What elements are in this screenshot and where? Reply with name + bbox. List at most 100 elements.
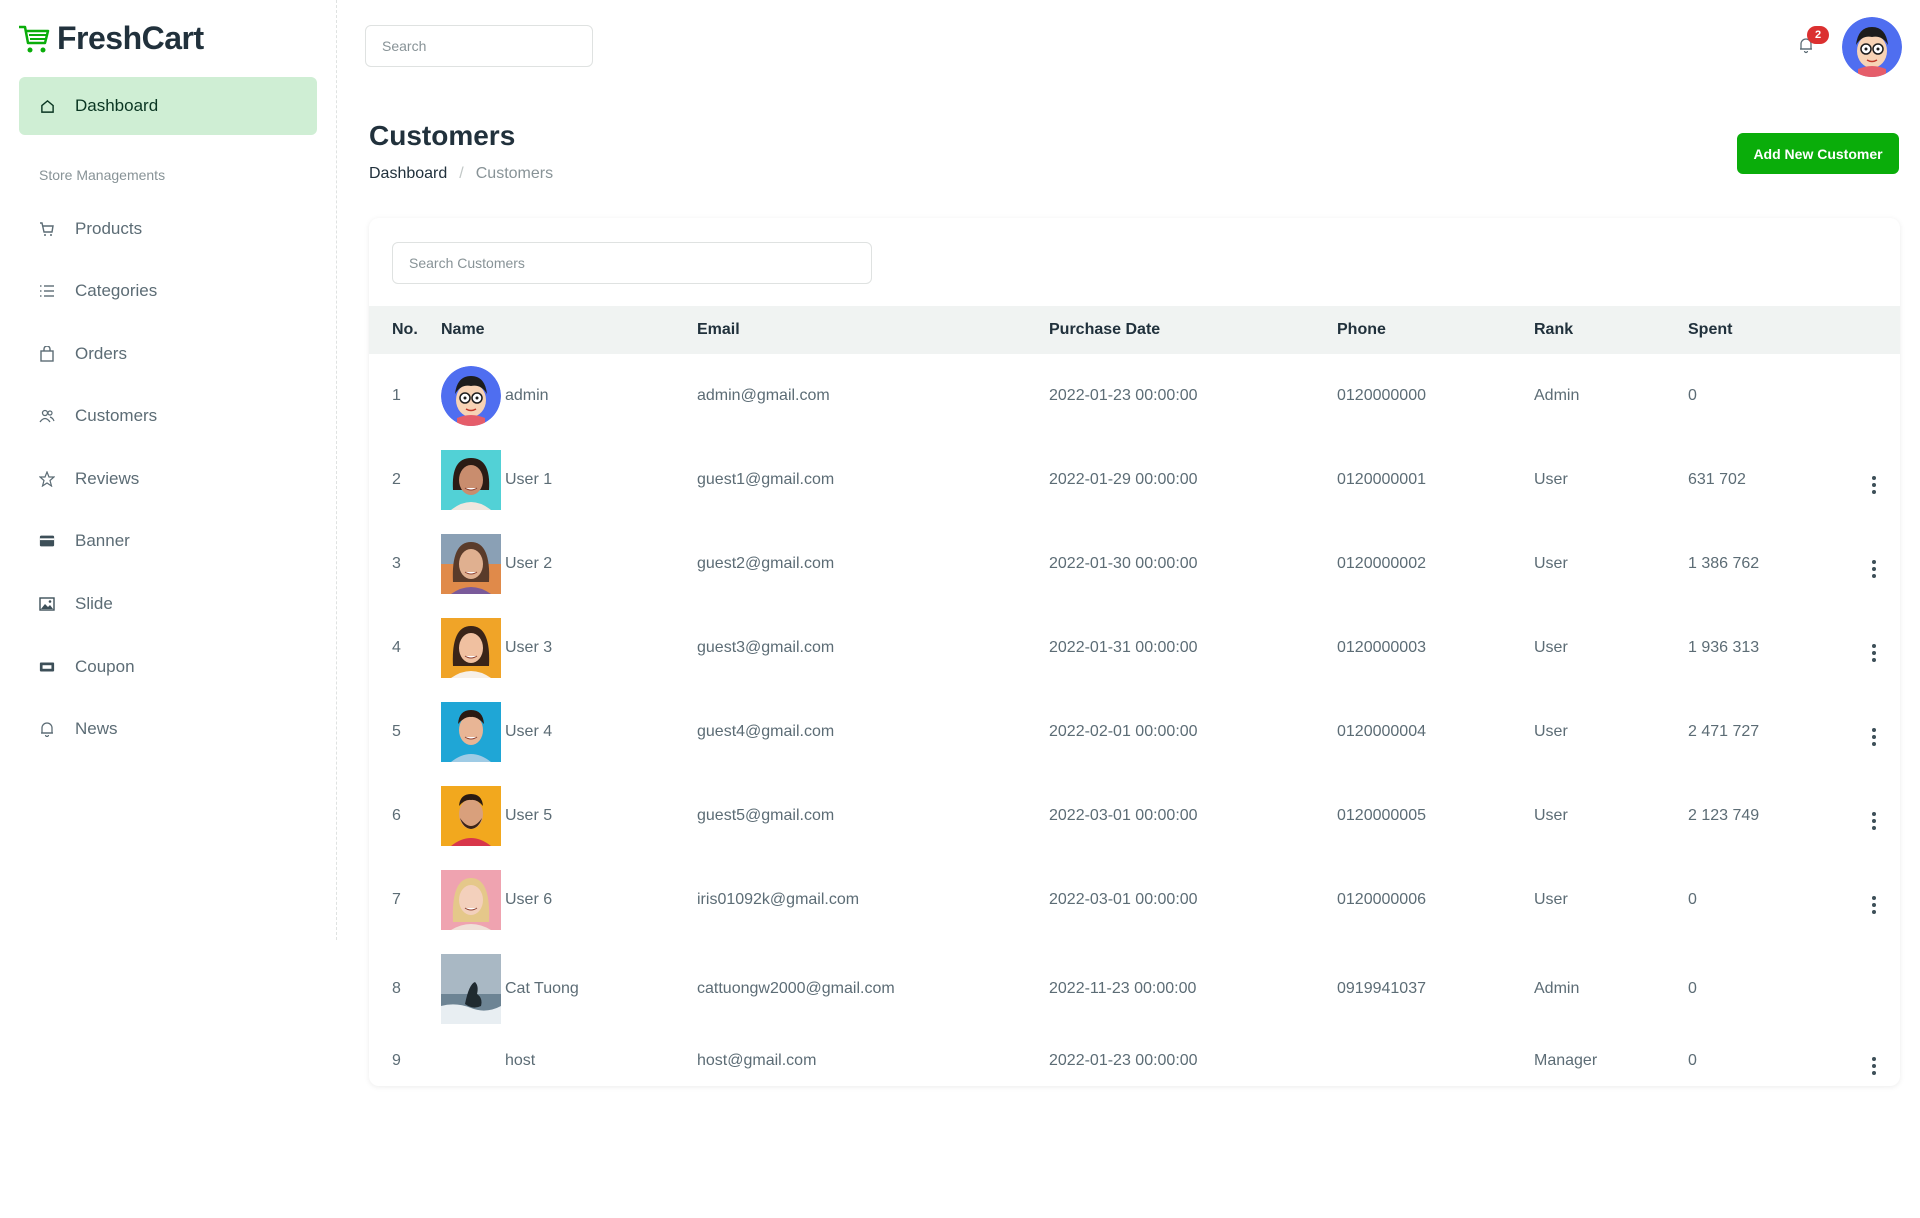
sidebar-item-label: Banner bbox=[75, 531, 130, 550]
row-number: 4 bbox=[392, 639, 401, 656]
breadcrumb: Dashboard / Customers bbox=[369, 165, 553, 183]
purchase-date: 2022-03-01 00:00:00 bbox=[1049, 807, 1198, 824]
name-cell: User 3 bbox=[441, 606, 697, 690]
customer-spent: 0 bbox=[1688, 980, 1697, 997]
column-header-rank[interactable]: Rank bbox=[1534, 306, 1688, 354]
customer-email: cattuongw2000@gmail.com bbox=[697, 980, 895, 997]
sidebar-item-label: News bbox=[75, 719, 118, 738]
column-header-spent[interactable]: Spent bbox=[1688, 306, 1848, 354]
name-cell: User 6 bbox=[441, 858, 697, 942]
customer-email: guest4@gmail.com bbox=[697, 723, 835, 740]
column-header-email[interactable]: Email bbox=[697, 306, 1049, 354]
customer-email: host@gmail.com bbox=[697, 1052, 817, 1069]
customer-avatar-placeholder bbox=[441, 1051, 501, 1071]
sidebar-item-slide[interactable]: Slide bbox=[19, 575, 317, 633]
table-row[interactable]: 7 User 6 iris01092k@gmail.com 2022-03-01… bbox=[369, 858, 1900, 942]
customer-spent: 0 bbox=[1688, 1052, 1697, 1069]
sidebar-item-label: Slide bbox=[75, 594, 113, 613]
customer-avatar bbox=[441, 954, 501, 1024]
breadcrumb-separator: / bbox=[459, 165, 464, 182]
customer-name[interactable]: User 5 bbox=[505, 807, 552, 825]
more-options-icon[interactable] bbox=[1872, 643, 1876, 662]
actions-cell bbox=[1848, 354, 1900, 438]
customer-name[interactable]: Cat Tuong bbox=[505, 980, 579, 998]
sidebar-item-coupon[interactable]: Coupon bbox=[19, 638, 317, 696]
column-header-purchase-date[interactable]: Purchase Date bbox=[1049, 306, 1337, 354]
name-cell: User 1 bbox=[441, 438, 697, 522]
sidebar-item-label: Reviews bbox=[75, 469, 140, 488]
sidebar-item-label: Categories bbox=[75, 281, 158, 300]
user-avatar[interactable] bbox=[1842, 17, 1902, 77]
more-options-icon[interactable] bbox=[1872, 811, 1876, 830]
name-cell: User 5 bbox=[441, 774, 697, 858]
table-header-row: No. Name Email Purchase Date Phone Rank … bbox=[369, 306, 1900, 354]
customer-email: guest3@gmail.com bbox=[697, 639, 835, 656]
sidebar-item-label: Coupon bbox=[75, 657, 135, 676]
more-options-icon[interactable] bbox=[1872, 559, 1876, 578]
breadcrumb-dashboard-link[interactable]: Dashboard bbox=[369, 165, 447, 183]
sidebar-item-dashboard[interactable]: Dashboard bbox=[19, 77, 317, 135]
table-row[interactable]: 6 User 5 guest5@gmail.com 2022-03-01 00:… bbox=[369, 774, 1900, 858]
customer-name[interactable]: User 4 bbox=[505, 723, 552, 741]
table-row[interactable]: 9 host host@gmail.com 2022-01-23 00:00:0… bbox=[369, 1036, 1900, 1086]
customer-name[interactable]: admin bbox=[505, 387, 549, 405]
customer-avatar bbox=[441, 450, 501, 510]
actions-cell bbox=[1848, 522, 1900, 606]
row-number: 1 bbox=[392, 387, 401, 404]
cart-logo-icon bbox=[19, 25, 50, 52]
row-number: 3 bbox=[392, 555, 401, 572]
sidebar: FreshCart Dashboard Store Managements Pr… bbox=[0, 0, 337, 940]
column-header-phone[interactable]: Phone bbox=[1337, 306, 1534, 354]
sidebar-item-label: Orders bbox=[75, 344, 127, 363]
table-row[interactable]: 5 User 4 guest4@gmail.com 2022-02-01 00:… bbox=[369, 690, 1900, 774]
customer-spent: 0 bbox=[1688, 387, 1697, 404]
more-options-icon[interactable] bbox=[1872, 895, 1876, 914]
sidebar-item-news[interactable]: News bbox=[19, 700, 317, 758]
sidebar-item-categories[interactable]: Categories bbox=[19, 262, 317, 320]
purchase-date: 2022-01-30 00:00:00 bbox=[1049, 555, 1198, 572]
customer-name[interactable]: User 6 bbox=[505, 891, 552, 909]
sidebar-item-reviews[interactable]: Reviews bbox=[19, 450, 317, 508]
customers-table: No. Name Email Purchase Date Phone Rank … bbox=[369, 306, 1900, 1086]
sidebar-item-products[interactable]: Products bbox=[19, 200, 317, 258]
name-cell: Cat Tuong bbox=[441, 942, 697, 1036]
customer-avatar bbox=[441, 618, 501, 678]
column-header-no[interactable]: No. bbox=[369, 306, 441, 354]
customer-spent: 1 936 313 bbox=[1688, 639, 1760, 656]
customer-avatar bbox=[441, 786, 501, 846]
more-options-icon[interactable] bbox=[1872, 727, 1876, 746]
search-input[interactable] bbox=[365, 25, 593, 67]
search-customers-input[interactable] bbox=[392, 242, 872, 284]
customer-name[interactable]: User 1 bbox=[505, 471, 552, 489]
table-row[interactable]: 1 admin admin@gmail.com 2022-01-23 00:00… bbox=[369, 354, 1900, 438]
customer-email: guest1@gmail.com bbox=[697, 471, 835, 488]
add-new-customer-button[interactable]: Add New Customer bbox=[1737, 133, 1899, 174]
column-header-name[interactable]: Name bbox=[441, 306, 697, 354]
table-row[interactable]: 3 User 2 guest2@gmail.com 2022-01-30 00:… bbox=[369, 522, 1900, 606]
customer-name[interactable]: host bbox=[505, 1052, 535, 1070]
table-row[interactable]: 8 Cat Tuong cattuongw2000@gmail.com 2022… bbox=[369, 942, 1900, 1036]
logo[interactable]: FreshCart bbox=[17, 20, 204, 57]
customer-phone: 0120000005 bbox=[1337, 807, 1426, 824]
actions-cell bbox=[1848, 690, 1900, 774]
customer-spent: 2 471 727 bbox=[1688, 723, 1760, 740]
customer-rank: Admin bbox=[1534, 387, 1580, 404]
customer-name[interactable]: User 2 bbox=[505, 555, 552, 573]
customer-phone: 0120000006 bbox=[1337, 891, 1426, 908]
actions-cell bbox=[1848, 606, 1900, 690]
sidebar-item-label: Products bbox=[75, 219, 143, 238]
more-options-icon[interactable] bbox=[1872, 475, 1876, 494]
sidebar-item-customers[interactable]: Customers bbox=[19, 387, 317, 445]
row-number: 6 bbox=[392, 807, 401, 824]
sidebar-item-banner[interactable]: Banner bbox=[19, 512, 317, 570]
customer-name[interactable]: User 3 bbox=[505, 639, 552, 657]
ticket-icon bbox=[39, 659, 55, 675]
star-icon bbox=[39, 471, 55, 487]
customer-spent: 1 386 762 bbox=[1688, 555, 1760, 572]
sidebar-item-orders[interactable]: Orders bbox=[19, 325, 317, 383]
customer-avatar bbox=[441, 702, 501, 762]
more-options-icon[interactable] bbox=[1872, 1056, 1876, 1075]
table-row[interactable]: 2 User 1 guest1@gmail.com 2022-01-29 00:… bbox=[369, 438, 1900, 522]
table-row[interactable]: 4 User 3 guest3@gmail.com 2022-01-31 00:… bbox=[369, 606, 1900, 690]
customer-spent: 631 702 bbox=[1688, 471, 1746, 488]
